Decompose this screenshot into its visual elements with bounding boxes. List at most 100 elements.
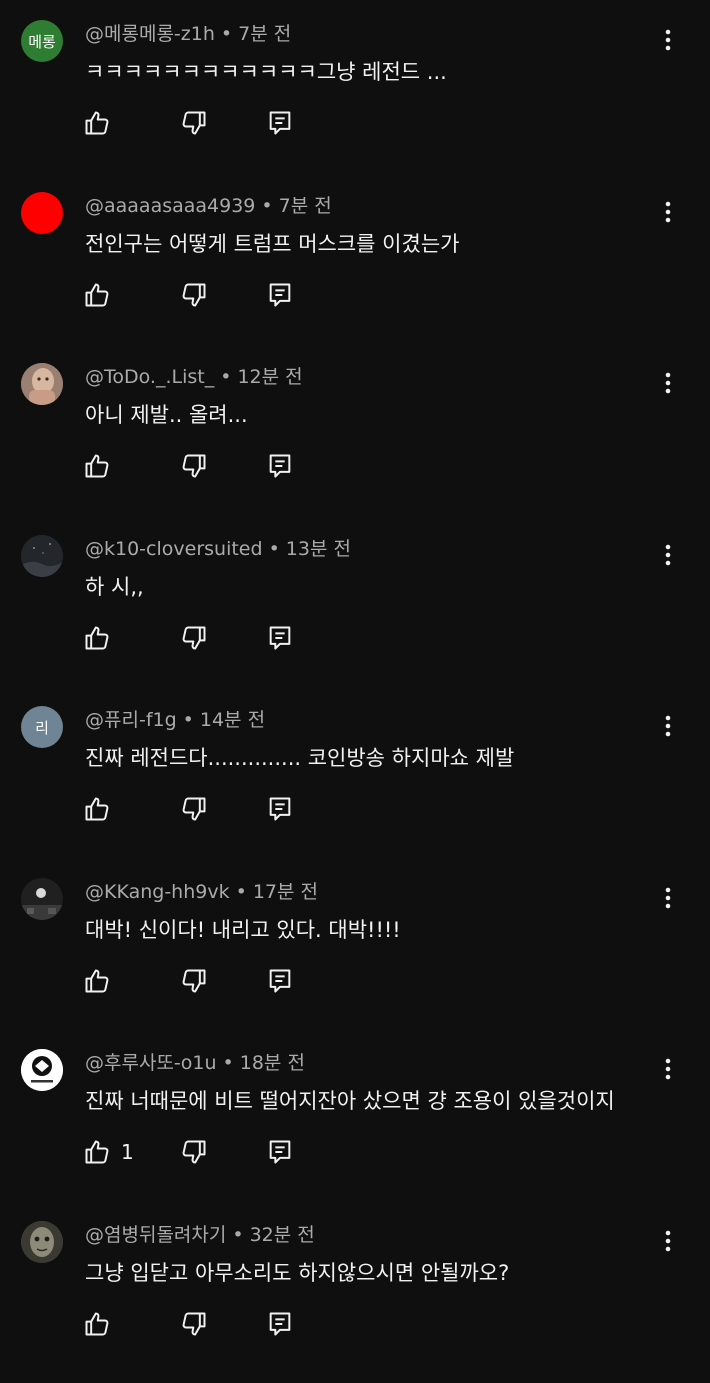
more-vert-icon [665, 887, 671, 909]
avatar[interactable] [21, 363, 63, 405]
reply-icon [266, 624, 294, 652]
comment-meta: @메롱메롱-z1h • 7분 전 [85, 19, 291, 46]
reply-button[interactable] [266, 449, 294, 483]
comment-meta: @k10-cloversuited • 13분 전 [85, 534, 351, 561]
more-vert-icon [665, 372, 671, 394]
reply-button[interactable] [266, 278, 294, 312]
more-options-button[interactable] [652, 539, 684, 571]
avatar[interactable]: 리 [21, 706, 63, 748]
like-button[interactable] [83, 964, 111, 998]
comment-meta: @KKang-hh9vk • 17분 전 [85, 877, 318, 904]
separator-dot: • [220, 366, 232, 388]
comment-author[interactable]: @k10-cloversuited [85, 538, 263, 560]
comment-time: 18분 전 [239, 1052, 305, 1074]
separator-dot: • [182, 709, 194, 731]
comment-item: @후루사또-o1u • 18분 전 진짜 너때문에 비트 떨어지잔아 샀으면 걍 조용… [0, 1039, 710, 1211]
dislike-button[interactable] [180, 792, 208, 826]
more-vert-icon [665, 715, 671, 737]
thumbs-down-icon [180, 795, 208, 823]
more-vert-icon [665, 544, 671, 566]
more-options-button[interactable] [652, 24, 684, 56]
dislike-button[interactable] [180, 621, 208, 655]
comment-text: 아니 제발.. 올려... [85, 403, 248, 427]
comment-item: 리 @퓨리-f1g • 14분 전 진짜 레전드다.............. 코인방송… [0, 696, 710, 868]
separator-dot: • [261, 194, 273, 217]
comment-author[interactable]: @KKang-hh9vk [85, 881, 230, 903]
reply-button[interactable] [266, 792, 294, 826]
comment-time: 13분 전 [285, 537, 351, 560]
thumbs-up-icon [83, 1310, 111, 1338]
like-button[interactable] [83, 1307, 111, 1341]
comment-author[interactable]: @메롱메롱-z1h [85, 23, 215, 45]
dislike-button[interactable] [180, 964, 208, 998]
like-button[interactable] [83, 792, 111, 826]
comment-item: 메롱 @메롱메롱-z1h • 7분 전 ㅋㅋㅋㅋㅋㅋㅋㅋㅋㅋㅋㅋ그냥 레전드 ... [0, 10, 710, 182]
reply-icon [266, 1310, 294, 1338]
like-button[interactable] [83, 449, 111, 483]
thumbs-down-icon [180, 967, 208, 995]
thumbs-up-icon [83, 1138, 111, 1166]
comment-author[interactable]: @ToDo._.List_ [85, 366, 214, 388]
reply-button[interactable] [266, 106, 294, 140]
thumbs-up-icon [83, 967, 111, 995]
thumbs-up-icon [83, 109, 111, 137]
reply-icon [266, 452, 294, 480]
comment-author[interactable]: @퓨리-f1g [85, 709, 177, 731]
avatar-initials: 리 [35, 718, 49, 737]
reply-button[interactable] [266, 964, 294, 998]
dislike-button[interactable] [180, 1307, 208, 1341]
more-vert-icon [665, 1058, 671, 1080]
avatar[interactable] [21, 191, 63, 234]
comment-item: @ToDo._.List_ • 12분 전아니 제발.. 올려... [0, 353, 710, 525]
comment-author[interactable]: @염병뒤돌려차기 [85, 1224, 226, 1246]
reply-icon [266, 281, 294, 309]
like-button[interactable] [83, 106, 111, 140]
comment-meta: @ToDo._.List_ • 12분 전 [85, 362, 303, 389]
more-options-button[interactable] [652, 882, 684, 914]
reply-button[interactable] [266, 1135, 294, 1169]
dislike-button[interactable] [180, 1135, 208, 1169]
more-options-button[interactable] [652, 196, 684, 228]
like-button[interactable] [83, 278, 111, 312]
comment-time: 7분 전 [238, 23, 292, 45]
separator-dot: • [268, 537, 280, 560]
more-vert-icon [665, 1230, 671, 1252]
thumbs-down-icon [180, 109, 208, 137]
like-count: 1 [121, 1140, 134, 1164]
comment-meta: @후루사또-o1u • 18분 전 [85, 1048, 305, 1075]
thumbs-up-icon [83, 795, 111, 823]
thumbs-up-icon [83, 452, 111, 480]
comment-meta: @퓨리-f1g • 14분 전 [85, 705, 265, 732]
avatar[interactable] [21, 1049, 63, 1091]
more-vert-icon [665, 201, 671, 223]
comment-meta: @aaaaasaaa4939 • 7분 전 [85, 191, 332, 218]
comment-time: 12분 전 [237, 366, 303, 388]
dislike-button[interactable] [180, 106, 208, 140]
reply-button[interactable] [266, 621, 294, 655]
comment-meta: @염병뒤돌려차기 • 32분 전 [85, 1220, 315, 1247]
comment-text: 전인구는 어떻게 트럼프 머스크를 이겼는가 [85, 231, 460, 256]
dislike-button[interactable] [180, 449, 208, 483]
avatar[interactable] [21, 877, 63, 920]
like-button[interactable]: 1 [83, 1135, 134, 1169]
more-options-button[interactable] [652, 710, 684, 742]
avatar[interactable] [21, 1220, 63, 1263]
comment-time: 17분 전 [252, 880, 319, 903]
reply-icon [266, 109, 294, 137]
comment-text: 그냥 입닫고 아무소리도 하지않으시면 안될까오? [85, 1260, 510, 1285]
like-button[interactable] [83, 621, 111, 655]
avatar[interactable] [21, 534, 63, 577]
more-options-button[interactable] [652, 1053, 684, 1085]
avatar-initials: 메롱 [28, 32, 56, 51]
comment-author[interactable]: @후루사또-o1u [85, 1052, 217, 1074]
reply-button[interactable] [266, 1307, 294, 1341]
thumbs-down-icon [180, 1138, 208, 1166]
reply-icon [266, 795, 294, 823]
comment-author[interactable]: @aaaaasaaa4939 [85, 195, 255, 217]
separator-dot: • [220, 23, 233, 45]
more-options-button[interactable] [652, 367, 684, 399]
dislike-button[interactable] [180, 278, 208, 312]
avatar[interactable]: 메롱 [21, 20, 63, 62]
thumbs-down-icon [180, 452, 208, 480]
more-options-button[interactable] [652, 1225, 684, 1257]
